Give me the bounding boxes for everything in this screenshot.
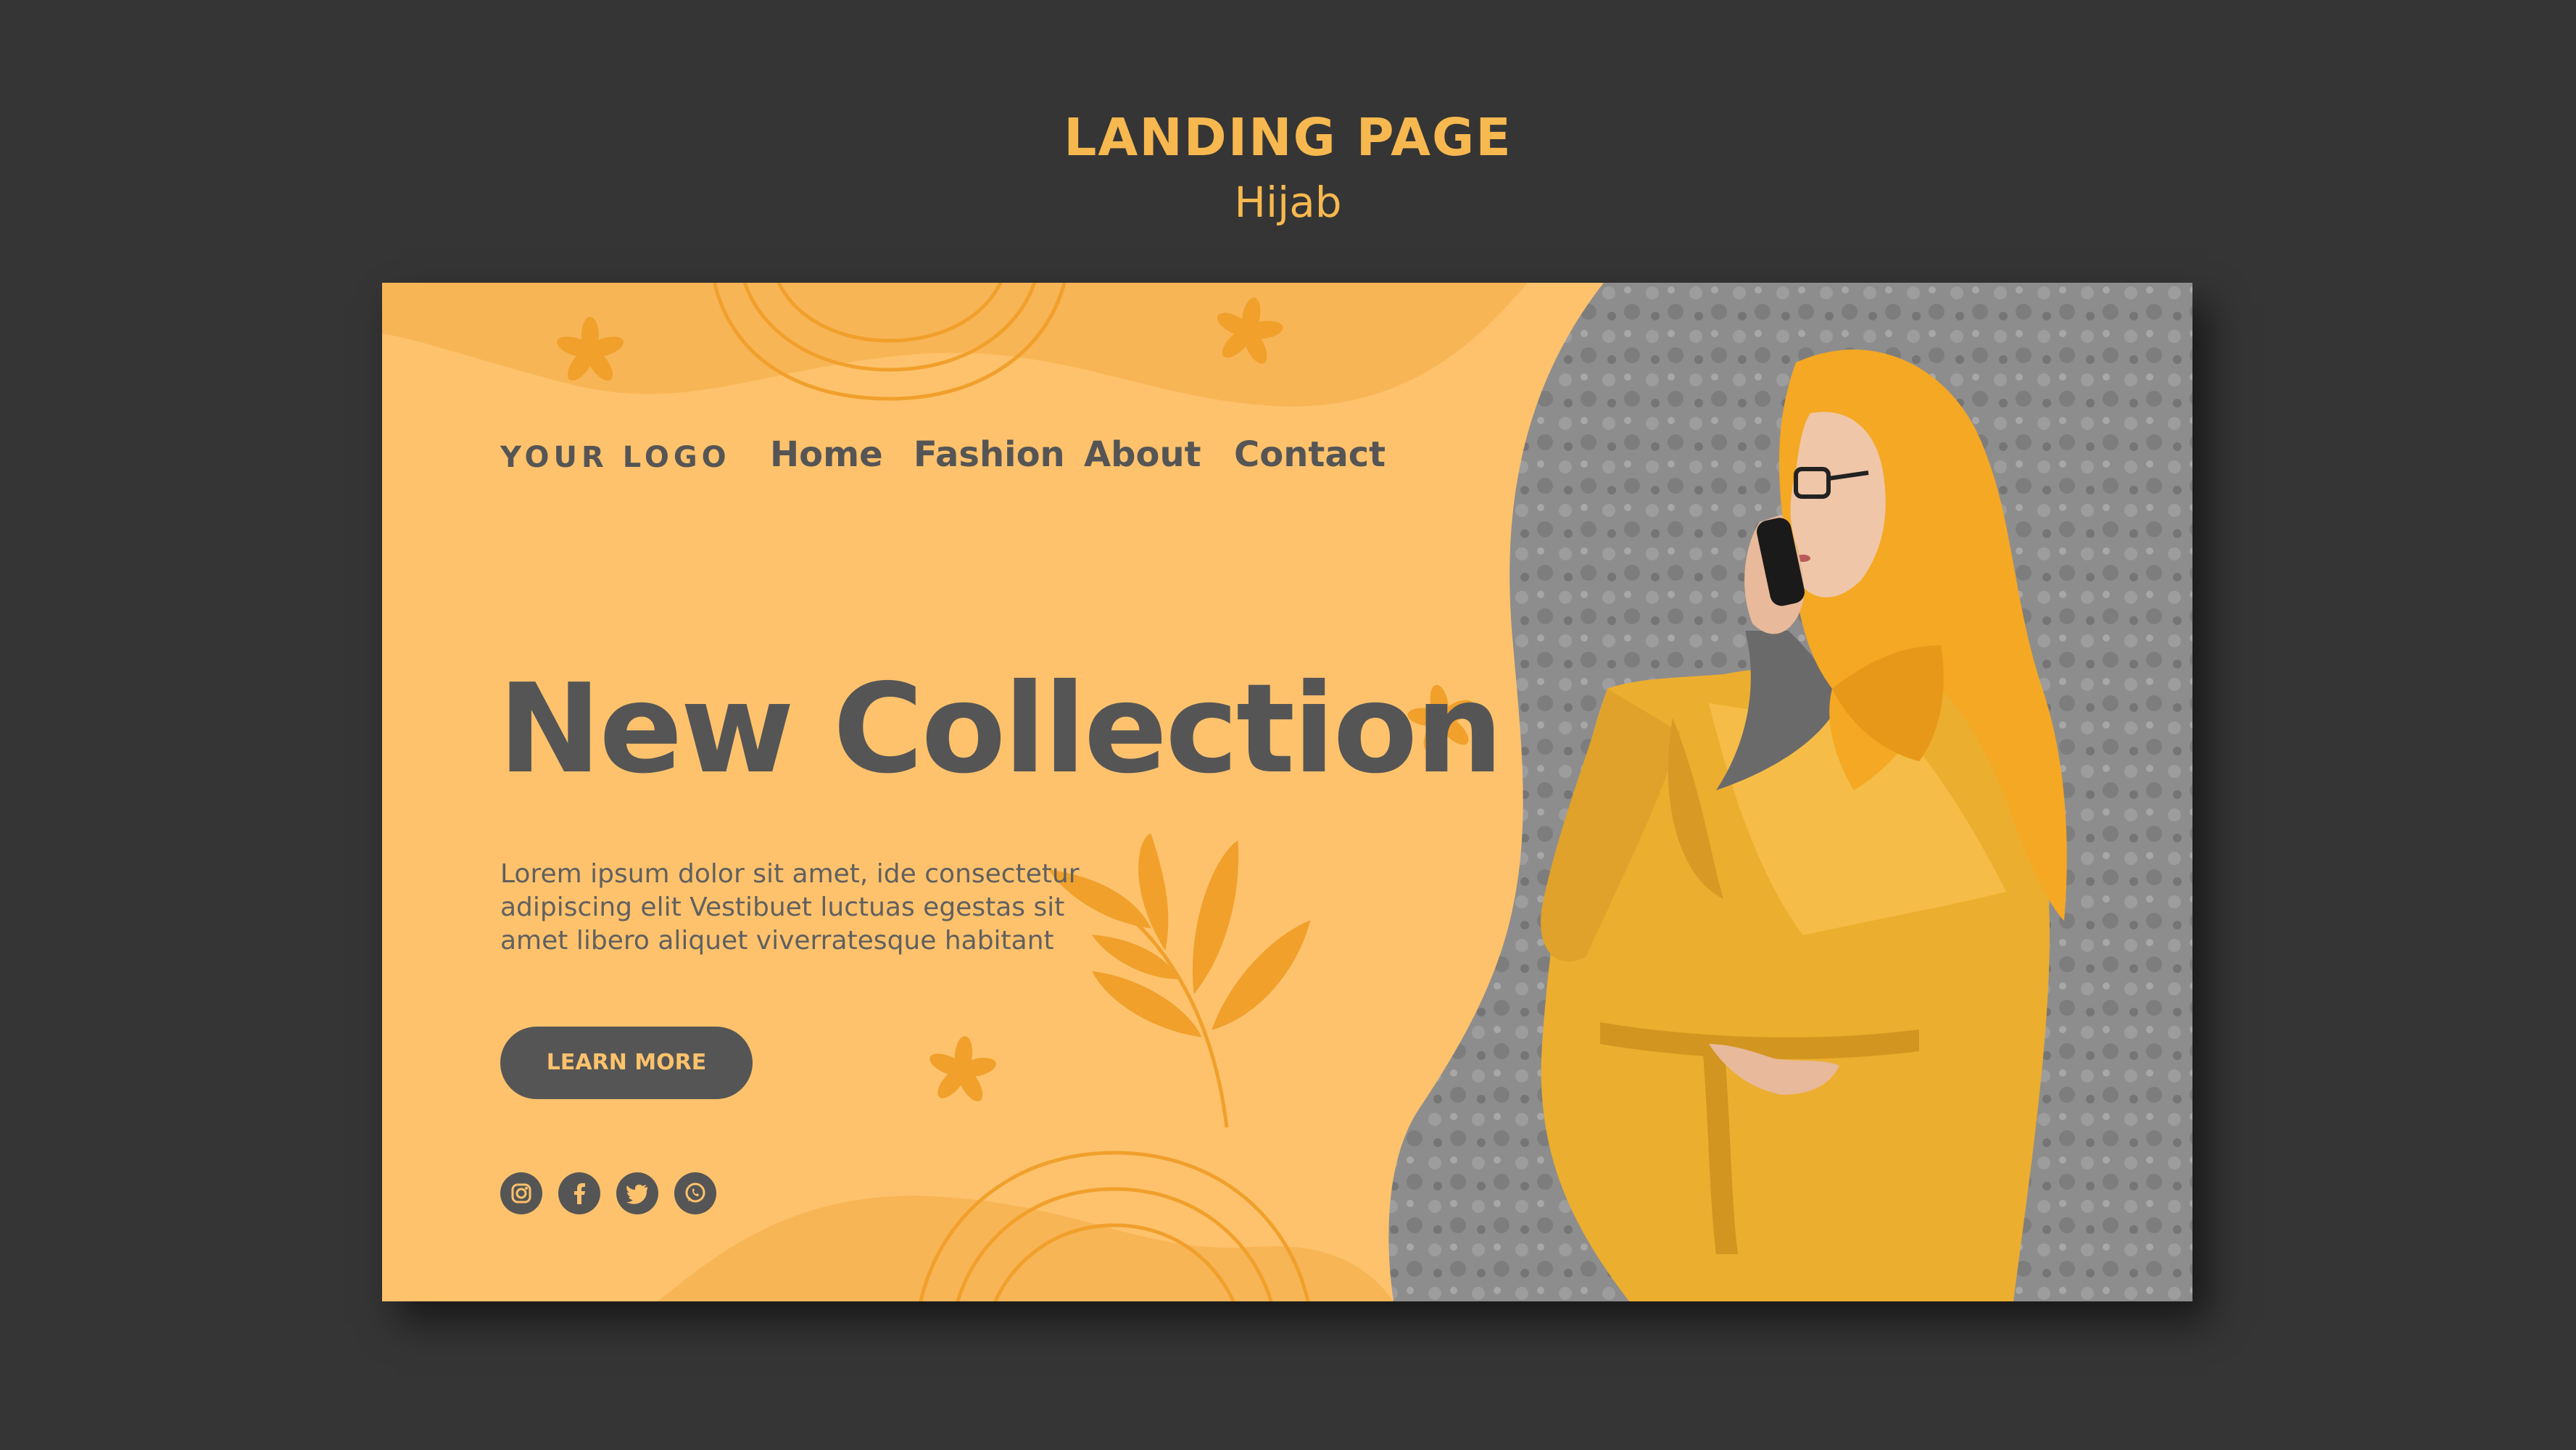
whatsapp-icon[interactable]: [674, 1172, 716, 1214]
page-subtitle: Hijab: [1234, 178, 1342, 227]
landing-page-mockup: YOUR LOGO Home Fashion About Contact New…: [382, 283, 2192, 1301]
hero-description: Lorem ipsum dolor sit amet, ide consecte…: [500, 858, 1080, 958]
facebook-icon[interactable]: [558, 1172, 600, 1214]
leaf-decoration: [1048, 833, 1311, 1128]
page-title: LANDING PAGE: [1064, 107, 1512, 167]
hero-description-line: amet libero aliquet viverratesque habita…: [500, 926, 1054, 956]
model-photo: [1388, 283, 2192, 1301]
hero-headline: New Collection: [498, 658, 1503, 801]
hero-description-line: Lorem ipsum dolor sit amet, ide consecte…: [500, 859, 1080, 889]
nav-item-about[interactable]: About: [1084, 434, 1201, 475]
instagram-icon[interactable]: [500, 1172, 542, 1214]
site-logo[interactable]: YOUR LOGO: [500, 441, 731, 474]
learn-more-button[interactable]: LEARN MORE: [500, 1027, 753, 1099]
hero-description-line: adipiscing elit Vestibuet luctuas egesta…: [500, 892, 1065, 922]
nav-item-contact[interactable]: Contact: [1234, 434, 1386, 475]
nav-item-fashion[interactable]: Fashion: [914, 434, 1065, 475]
twitter-icon[interactable]: [616, 1172, 658, 1214]
nav-item-home[interactable]: Home: [770, 434, 883, 475]
